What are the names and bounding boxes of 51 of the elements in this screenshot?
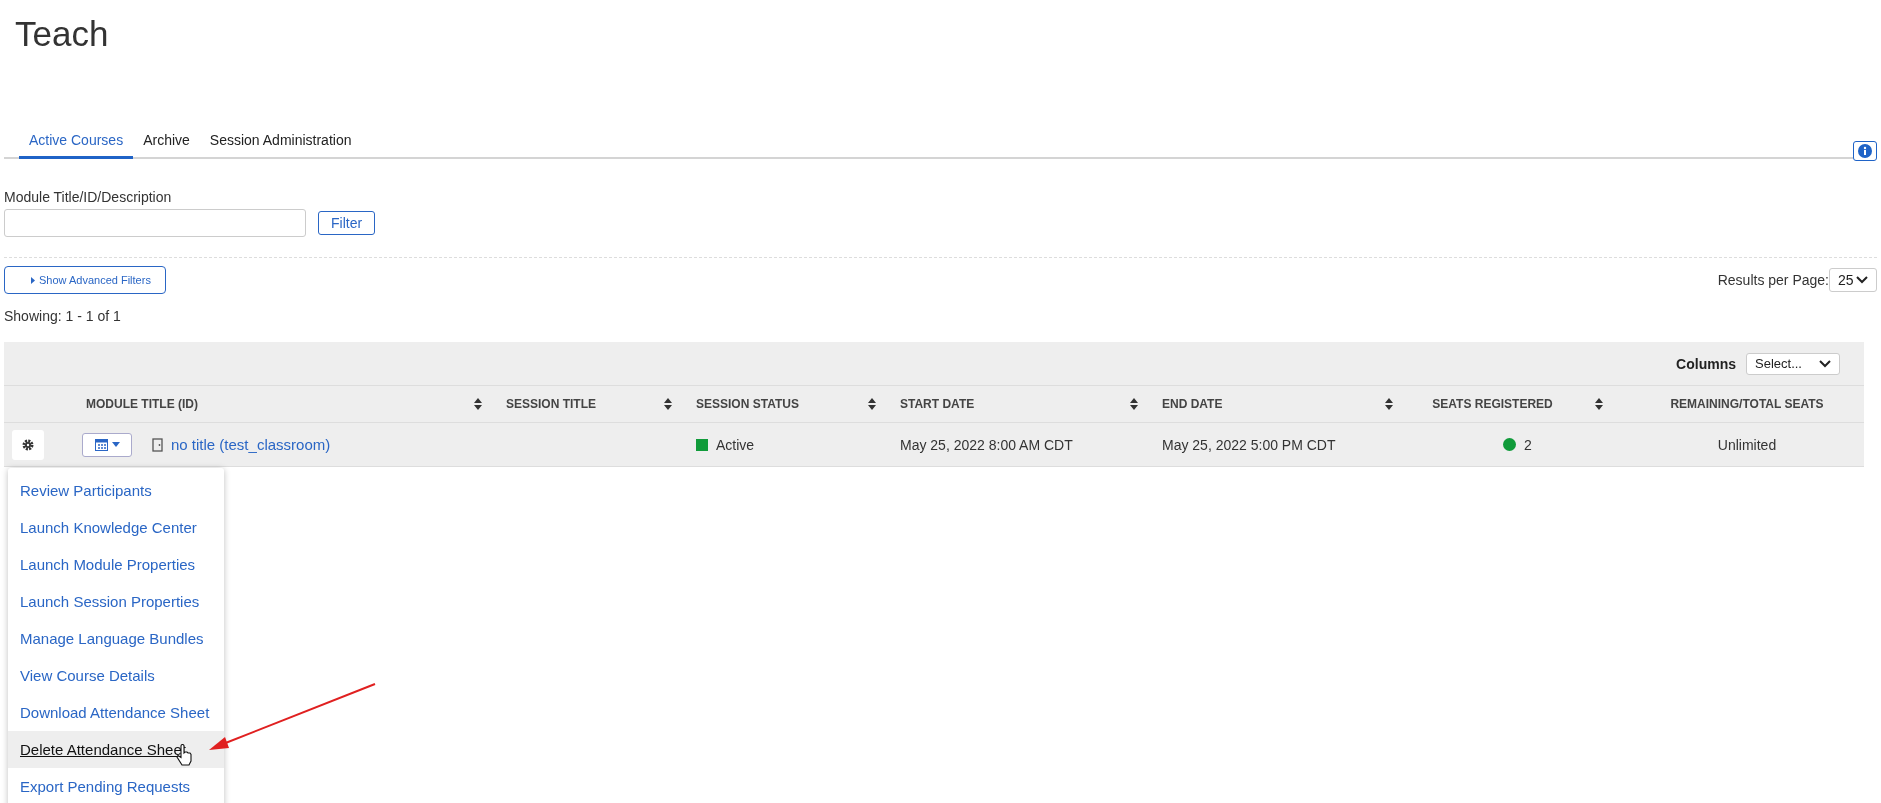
columns-select[interactable]: Select... [1746, 352, 1840, 375]
module-title-link[interactable]: no title (test_classroom) [171, 436, 331, 453]
settings-button[interactable] [12, 429, 44, 460]
menu-item[interactable]: Export Pending Requests [8, 768, 224, 803]
table-cell: Unlimited [1717, 436, 1777, 453]
column-header: START DATE [900, 397, 975, 411]
column-header: END DATE [1162, 397, 1223, 411]
column-header: SESSION STATUS [696, 397, 799, 411]
menu-item[interactable]: Manage Language Bundles [8, 620, 224, 657]
tab[interactable]: Active Courses [19, 128, 134, 159]
calendar-dropdown-button[interactable] [82, 432, 132, 457]
sort-icon[interactable] [1130, 398, 1138, 410]
menu-item[interactable]: Launch Session Properties [8, 583, 224, 620]
field-label: Module Title/ID/Description [4, 189, 173, 205]
info-button[interactable] [1853, 141, 1877, 161]
sort-icon[interactable] [664, 398, 672, 410]
gear-icon [22, 438, 34, 451]
column-header: REMAINING/TOTAL SEATS [1670, 397, 1824, 411]
table-cell: 2 [1524, 436, 1532, 453]
columns-label: Columns [1676, 355, 1736, 372]
column-header: SEATS REGISTERED [1432, 397, 1553, 411]
chevron-down-icon [1856, 276, 1868, 284]
results-per-page-label: Results per Page: [1717, 272, 1829, 288]
filter-button[interactable]: Filter [318, 211, 376, 235]
menu-item[interactable]: View Course Details [8, 657, 224, 694]
table-cell: May 25, 2022 5:00 PM CDT [1162, 436, 1336, 453]
caret-down-icon [111, 442, 120, 447]
sort-icon[interactable] [868, 398, 876, 410]
door-icon [152, 437, 163, 452]
results-count: Showing: 1 - 1 of 1 [4, 308, 122, 324]
results-per-page-select[interactable]: 25 [1829, 268, 1877, 292]
table-cell: Active [716, 436, 755, 453]
menu-item[interactable]: Download Attendance Sheet [8, 694, 224, 731]
calendar-icon [94, 438, 108, 451]
sort-icon[interactable] [474, 398, 482, 410]
tab[interactable]: Archive [133, 128, 200, 159]
page-title: Teach [14, 13, 110, 55]
menu-item[interactable]: Review Participants [8, 472, 224, 509]
sort-icon[interactable] [1385, 398, 1393, 410]
chevron-down-icon [1819, 359, 1831, 368]
menu-item[interactable]: Launch Knowledge Center [8, 509, 224, 546]
caret-icon [31, 276, 35, 284]
table-cell: May 25, 2022 8:00 AM CDT [900, 436, 1073, 453]
column-header: SESSION TITLE [506, 397, 596, 411]
module-search-field[interactable] [4, 209, 306, 237]
info-icon [1858, 144, 1872, 158]
column-header: MODULE TITLE (ID) [86, 397, 198, 411]
sort-icon[interactable] [1594, 398, 1603, 410]
menu-item[interactable]: Launch Module Properties [8, 546, 224, 583]
tab[interactable]: Session Administration [199, 128, 362, 159]
show-advanced-filters-button[interactable]: Show Advanced Filters [4, 266, 166, 294]
